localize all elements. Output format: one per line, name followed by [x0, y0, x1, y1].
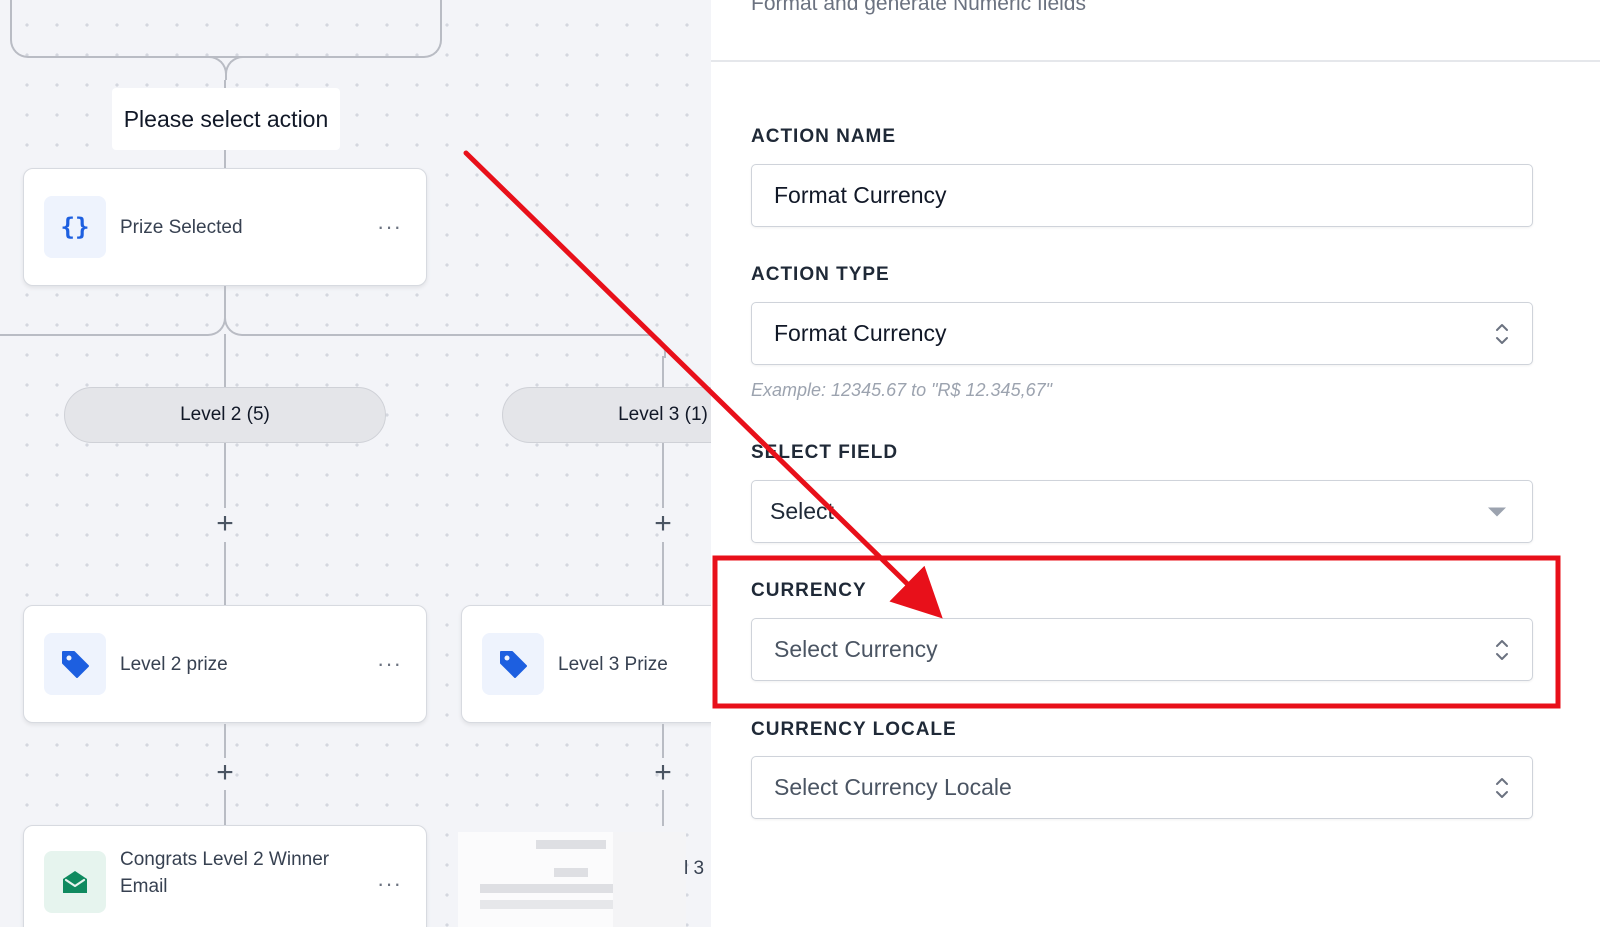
add-step-button[interactable]: + — [210, 758, 240, 788]
currency-placeholder: Select Currency — [774, 636, 938, 662]
curly-braces-icon: {} — [44, 196, 106, 258]
node-label: Level 2 prize — [120, 653, 228, 675]
connector-line — [662, 356, 664, 388]
node-prize-selected[interactable]: {} Prize Selected ··· — [23, 168, 427, 286]
tag-icon — [44, 633, 106, 695]
connector-curve — [642, 334, 666, 358]
currency-select[interactable]: Select Currency — [751, 618, 1533, 681]
more-options-icon[interactable]: ··· — [377, 651, 402, 677]
branch-label: Level 2 (5) — [180, 404, 270, 425]
add-step-button[interactable]: + — [648, 758, 678, 788]
action-type-select[interactable]: Format Currency — [751, 302, 1533, 365]
action-name-field[interactable]: Format Currency — [751, 164, 1533, 227]
action-name-value: Format Currency — [774, 182, 947, 208]
branch-label: Level 3 (1) — [618, 404, 708, 425]
connector-curve — [224, 312, 248, 336]
action-name-label: ACTION NAME — [751, 126, 897, 147]
tag-icon — [482, 633, 544, 695]
connector-line — [224, 286, 226, 314]
select-field-placeholder: Select — [770, 498, 834, 524]
select-action-label[interactable]: Please select action — [112, 88, 340, 150]
branch-level-3[interactable]: Level 3 (1) — [502, 387, 711, 443]
connector-line — [224, 790, 226, 826]
caret-down-icon — [1488, 507, 1506, 516]
currency-locale-label: CURRENCY LOCALE — [751, 719, 957, 740]
blurred-thumbnail — [458, 832, 686, 927]
divider — [711, 60, 1600, 62]
connector-line — [224, 443, 226, 508]
currency-label: CURRENCY — [751, 580, 867, 601]
chevron-up-down-icon — [1496, 323, 1508, 344]
connector-curve — [203, 56, 227, 80]
add-step-button[interactable]: + — [648, 509, 678, 539]
node-congrats-email[interactable]: Congrats Level 2 Winner Email ··· — [23, 825, 427, 927]
select-action-text: Please select action — [123, 105, 329, 132]
select-field-label: SELECT FIELD — [751, 442, 899, 463]
branch-level-2[interactable]: Level 2 (5) — [64, 387, 386, 443]
select-field-dropdown[interactable]: Select — [751, 480, 1533, 543]
more-options-icon[interactable]: ··· — [377, 214, 402, 240]
add-step-button[interactable]: + — [210, 509, 240, 539]
connector-line — [662, 790, 664, 826]
connector-curve — [202, 312, 226, 336]
action-type-value: Format Currency — [774, 320, 947, 346]
action-config-panel: Format and generate Numeric fields ACTIO… — [711, 0, 1600, 927]
partial-node-label: l 3 — [684, 858, 705, 879]
connector-line — [224, 334, 226, 388]
connector-line — [662, 724, 664, 758]
connector-line — [0, 334, 204, 336]
action-type-label: ACTION TYPE — [751, 264, 890, 285]
connector-line — [662, 542, 664, 606]
connector-line — [224, 724, 226, 758]
connector-line — [662, 443, 664, 508]
panel-subtitle: Format and generate Numeric fields — [751, 0, 1086, 15]
chevron-up-down-icon — [1496, 639, 1508, 660]
chevron-up-down-icon — [1496, 777, 1508, 798]
node-label: Congrats Level 2 Winner Email — [120, 849, 330, 897]
more-options-icon[interactable]: ··· — [377, 871, 402, 897]
envelope-icon — [44, 851, 106, 913]
connector-line — [224, 542, 226, 606]
connector-line — [246, 334, 646, 336]
node-label: Prize Selected — [120, 216, 243, 238]
connector-curve — [225, 56, 249, 80]
workflow-canvas[interactable]: Please select action {} Prize Selected ·… — [0, 0, 711, 927]
action-type-hint: Example: 12345.67 to "R$ 12.345,67" — [751, 380, 1052, 400]
node-level-3-prize[interactable]: Level 3 Prize — [461, 605, 711, 723]
parent-node-frame — [10, 0, 442, 58]
svg-text:{}: {} — [61, 213, 90, 241]
connector-line — [224, 150, 226, 170]
currency-locale-placeholder: Select Currency Locale — [774, 774, 1012, 800]
node-label: Level 3 Prize — [558, 653, 668, 675]
currency-locale-select[interactable]: Select Currency Locale — [751, 756, 1533, 819]
node-level-2-prize[interactable]: Level 2 prize ··· — [23, 605, 427, 723]
